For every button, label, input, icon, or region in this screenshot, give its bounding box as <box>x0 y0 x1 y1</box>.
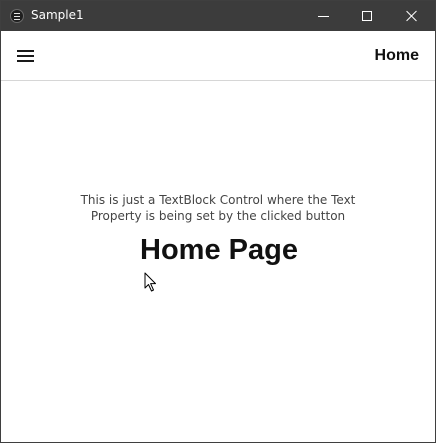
page-title: Home Page <box>140 234 298 266</box>
hamburger-menu-button[interactable] <box>15 47 37 65</box>
minimize-button[interactable] <box>301 1 346 31</box>
mouse-cursor-icon <box>144 272 156 292</box>
app-window: Sample1 Home This is just a TextBlock Co… <box>0 0 436 443</box>
minimize-icon <box>318 16 329 17</box>
header-title: Home <box>374 47 419 64</box>
main-content: This is just a TextBlock Control where t… <box>1 82 435 442</box>
maximize-button[interactable] <box>345 1 390 31</box>
close-icon <box>406 10 418 22</box>
hamburger-icon <box>17 50 34 52</box>
title-bar[interactable]: Sample1 <box>1 1 435 31</box>
maximize-icon <box>362 11 372 21</box>
app-menu-icon[interactable] <box>10 9 24 23</box>
description-textblock: This is just a TextBlock Control where t… <box>80 193 356 223</box>
app-header: Home <box>1 31 435 81</box>
close-button[interactable] <box>390 1 435 31</box>
window-title: Sample1 <box>31 8 84 22</box>
